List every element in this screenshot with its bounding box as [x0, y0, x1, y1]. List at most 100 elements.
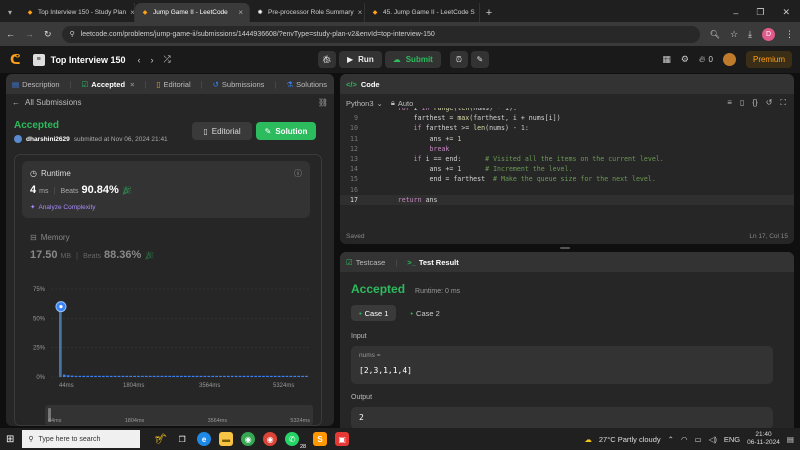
language-indicator[interactable]: ENG [724, 435, 740, 444]
battery-icon[interactable]: ▭ [695, 435, 702, 444]
streak-icon[interactable]: 🔥︎ 0 [699, 54, 713, 65]
user-avatar[interactable] [722, 53, 736, 66]
tab-solutions[interactable]: ⚗ Solutions [286, 80, 327, 89]
language-select[interactable]: Python3 ⌄ [346, 99, 383, 108]
timer-button[interactable]: ⏰︎ [449, 51, 468, 68]
braces-icon[interactable]: {} [752, 98, 757, 108]
tab-testcase[interactable]: ☑ Testcase [346, 258, 385, 267]
shuffle-icon[interactable]: ⤮ [163, 54, 170, 65]
editorial-button[interactable]: ▯ Editorial [192, 122, 252, 140]
cortana-icon[interactable]: 🎷︎ [154, 434, 167, 445]
forward-icon[interactable]: → [25, 29, 34, 39]
auto-toggle[interactable]: 🔒︎ Auto [391, 98, 413, 108]
notifications-icon[interactable]: ▤ [787, 435, 794, 444]
format-icon[interactable]: ≡ [727, 98, 732, 108]
info-icon[interactable]: ⓘ [294, 168, 302, 179]
debug-button[interactable]: 🐞︎ [318, 51, 336, 68]
chrome-profile-icon[interactable]: ◉ [263, 432, 278, 446]
memory-section[interactable]: ⊟ Memory 17.50 MB | Beats 88.36% 🎉︎ [30, 233, 154, 261]
panel-resize-handle[interactable] [560, 247, 570, 249]
browser-tab[interactable]: ◆ Top Interview 150 - Study Plan × [20, 3, 135, 22]
share-link-icon[interactable]: ⛓ [318, 98, 328, 107]
browser-tab-active[interactable]: ◆ Jump Game II - LeetCode × [135, 3, 250, 22]
edge-icon[interactable]: e [197, 432, 212, 446]
volume-icon[interactable]: ◁) [709, 435, 717, 444]
wifi-icon[interactable]: ◠ [681, 435, 688, 444]
code-line[interactable]: 10 if farthest >= len(nums) - 1: [340, 123, 794, 133]
code-line[interactable]: 12 break [340, 144, 794, 154]
task-view-icon[interactable]: ❒ [175, 432, 189, 446]
back-icon[interactable]: ← [6, 29, 15, 39]
premium-button[interactable]: Premium [745, 51, 792, 68]
analyze-complexity-link[interactable]: ✦ Analyze Complexity [30, 203, 96, 212]
solution-button[interactable]: ✎ Solution [256, 122, 316, 140]
leetcode-logo-icon[interactable]: ᕦ [10, 52, 21, 68]
chart-range-slider[interactable]: 44ms 1804ms 3564ms 5324ms [45, 405, 313, 425]
prev-problem-icon[interactable]: ‹ [137, 55, 140, 65]
download-icon[interactable]: ⤓ [748, 29, 752, 40]
more-menu-icon[interactable]: ⋮ [785, 29, 794, 40]
tab-test-result[interactable]: >_ Test Result [407, 258, 458, 267]
settings-icon[interactable]: ⚙ [681, 54, 689, 65]
notes-button[interactable]: ✎ [470, 51, 489, 68]
code-line[interactable]: 16 [340, 185, 794, 195]
maximize-icon[interactable]: ❐ [756, 7, 764, 18]
taskbar-search[interactable]: ⚲ Type here to search [22, 430, 141, 448]
code-editor[interactable]: for i in range(len(nums) - 1): 9 farthest… [340, 108, 794, 218]
tab-search-icon[interactable]: ▾ [0, 3, 20, 22]
next-problem-icon[interactable]: › [150, 55, 153, 65]
tab-submissions[interactable]: ↺ Submissions [213, 80, 265, 89]
clock[interactable]: 21:40 06-11-2024 [747, 431, 780, 447]
new-tab-icon[interactable]: + [480, 3, 498, 22]
code-line[interactable]: 11 ans += 1 [340, 134, 794, 144]
page-title[interactable]: Top Interview 150 [51, 55, 126, 65]
sublime-icon[interactable]: S [313, 432, 328, 446]
code-line[interactable]: 17 return ans [340, 194, 794, 205]
reload-icon[interactable]: ↻ [44, 29, 52, 40]
site-info-icon[interactable]: ⚲ [70, 30, 75, 38]
bookmark-icon[interactable]: ☆ [730, 29, 738, 40]
all-submissions-link[interactable]: ← All Submissions [12, 98, 81, 107]
tab-editorial[interactable]: ▯ Editorial [156, 80, 190, 89]
tray-arrow-icon[interactable]: ⌃ [668, 435, 674, 444]
close-window-icon[interactable]: ✕ [782, 7, 790, 18]
browser-tab[interactable]: ◆ 45. Jump Game II - LeetCode S × [365, 3, 480, 22]
chart-bar [277, 375, 281, 377]
case-2-button[interactable]: • Case 2 [402, 305, 447, 321]
code-line[interactable]: 9 farthest = max(farthest, i + nums[i]) [340, 113, 794, 123]
user-avatar-small[interactable] [14, 135, 22, 143]
minimize-icon[interactable]: – [733, 8, 738, 18]
file-explorer-icon[interactable]: ▬ [219, 432, 234, 446]
zoom-icon[interactable]: 🔍︎ [710, 30, 720, 39]
submit-button[interactable]: ☁ Submit [384, 51, 441, 68]
weather-text[interactable]: 27°C Partly cloudy [599, 435, 661, 444]
username[interactable]: dharshini2629 [26, 136, 70, 143]
bookmark-icon[interactable]: ▯ [740, 98, 744, 108]
chrome-icon[interactable]: ◉ [241, 432, 256, 446]
runtime-distribution-chart[interactable]: 75% 50% 25% 0% 44ms 1804ms 3564ms 5324ms [15, 283, 315, 403]
office-icon[interactable]: ▣ [335, 432, 350, 446]
fullscreen-icon[interactable]: ⛶ [780, 98, 786, 108]
reset-icon[interactable]: ↺ [766, 98, 773, 108]
url-field[interactable]: ⚲ leetcode.com/problems/jump-game-ii/sub… [61, 25, 700, 43]
code-line[interactable]: 15 end = farthest # Make the queue size … [340, 174, 794, 184]
layout-icon[interactable]: ▦ [662, 54, 671, 65]
windows-taskbar: ⊞ ⚲ Type here to search 🎷︎ ❒ e ▬ ◉ ◉ ✆ 28… [0, 428, 800, 450]
run-button[interactable]: ▶ Run [339, 51, 382, 68]
runtime-card[interactable]: ◷ Runtime ⓘ 4 ms | Beats 90.84% 🎉︎ ✦ Analy… [22, 161, 310, 218]
windows-start-icon[interactable]: ⊞ [6, 434, 14, 445]
avatar[interactable]: D [762, 27, 775, 41]
whatsapp-icon[interactable]: ✆ 28 [285, 432, 306, 450]
tab-description[interactable]: ▤ Description [12, 80, 60, 89]
code-line[interactable]: 13 if i == end: # Visited all the items … [340, 154, 794, 164]
browser-tab[interactable]: ✺ Pre-processor Role Summary × [250, 3, 365, 22]
close-icon[interactable]: × [238, 8, 243, 17]
close-icon[interactable]: × [358, 8, 363, 17]
code-line[interactable]: 14 ans += 1 # Increment the level. [340, 164, 794, 174]
list-icon[interactable]: ≡ [32, 53, 45, 66]
close-icon[interactable]: × [130, 80, 134, 89]
tab-accepted[interactable]: ☑ Accepted × [82, 80, 135, 89]
document-icon: ▤ [12, 79, 20, 89]
case-1-button[interactable]: • Case 1 [351, 305, 397, 321]
weather-icon[interactable]: ☁ [584, 435, 592, 444]
